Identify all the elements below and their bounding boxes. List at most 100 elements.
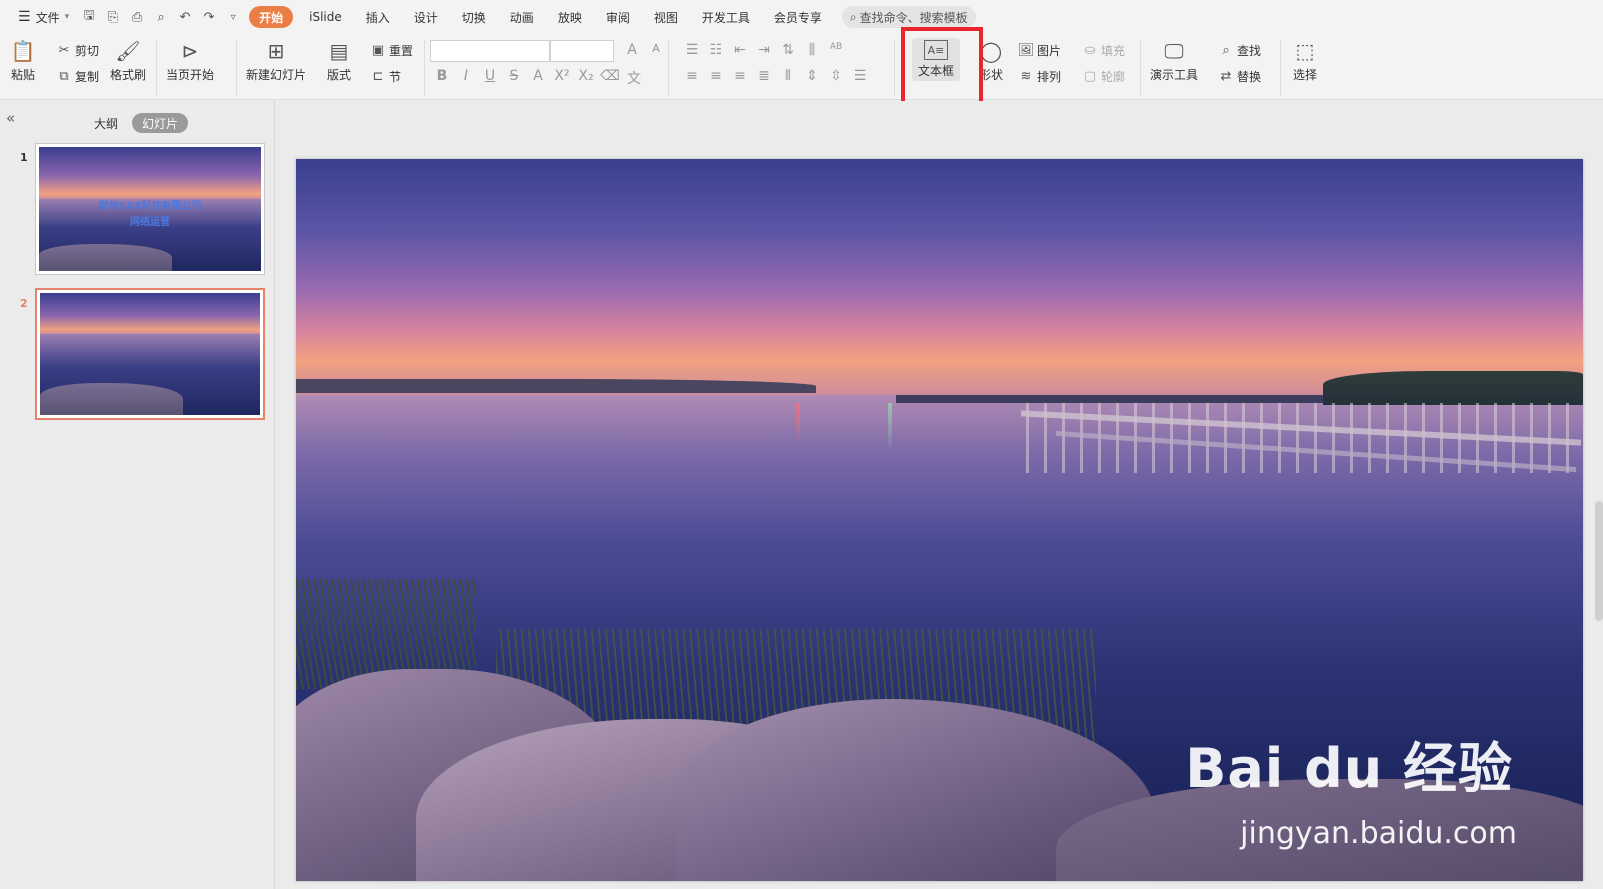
tab-design[interactable]: 设计	[402, 6, 450, 28]
font-color-icon[interactable]: A	[526, 68, 550, 88]
tab-developer[interactable]: 开发工具	[690, 6, 762, 28]
slide-thumbnail-1[interactable]: 郑州XXX科技有限公司 网络运营	[35, 143, 265, 275]
tab-view[interactable]: 视图	[642, 6, 690, 28]
line-spacing-icon[interactable]: ⇕	[800, 68, 824, 84]
undo-icon[interactable]: ↶	[173, 6, 197, 28]
list-spacing-icon[interactable]: ☰	[848, 68, 872, 84]
eraser-icon[interactable]: ⌫	[598, 68, 622, 88]
slide-number: 2	[20, 297, 28, 310]
presentation-tools-button[interactable]: 🖵 演示工具	[1150, 38, 1198, 83]
section-button[interactable]: ⊏ 节	[370, 68, 401, 85]
section-icon: ⊏	[372, 69, 384, 84]
tab-insert[interactable]: 插入	[354, 6, 402, 28]
italic-icon[interactable]: I	[454, 68, 478, 88]
replace-button[interactable]: ⇄ 替换	[1218, 68, 1261, 85]
justify-icon[interactable]: ≣	[752, 68, 776, 84]
find-label: 查找	[1237, 44, 1262, 58]
font-size-buttons: A A	[620, 42, 668, 58]
find-button[interactable]: ⌕ 查找	[1218, 42, 1261, 59]
paste-button[interactable]: 📋 粘贴	[10, 38, 36, 83]
select-button[interactable]: ⬚ 选择	[1292, 38, 1318, 83]
cut-button[interactable]: ✂ 剪切	[56, 42, 99, 59]
thumbnail-image: 郑州XXX科技有限公司 网络运营	[39, 147, 261, 271]
highlight-box	[901, 27, 983, 105]
column-icon[interactable]: ⫼	[800, 42, 824, 58]
play-circle-icon: ⊳	[181, 39, 199, 63]
align-text-icon[interactable]: AB	[824, 42, 848, 58]
vertical-scrollbar[interactable]	[1595, 501, 1603, 621]
select-icon: ⬚	[1295, 39, 1315, 63]
subscript-icon[interactable]: X₂	[574, 68, 598, 88]
format-painter-button[interactable]: 🖌 格式刷	[110, 38, 146, 83]
tab-review[interactable]: 审阅	[594, 6, 642, 28]
align-right-icon[interactable]: ≡	[728, 68, 752, 84]
new-slide-icon: ⊞	[267, 39, 285, 63]
pinyin-icon[interactable]: 文	[622, 68, 646, 88]
save-icon[interactable]: 🖫	[77, 6, 101, 28]
chevron-down-icon: ▾	[64, 12, 70, 22]
reset-button[interactable]: ▣ 重置	[370, 42, 413, 59]
watermark-url: jingyan.baidu.com	[1240, 816, 1517, 851]
paragraph-buttons-top: ☰ ☷ ⇤ ⇥ ⇅ ⫼ AB	[680, 42, 848, 58]
landscape-photo: Bai du 经验 jingyan.baidu.com	[296, 159, 1583, 881]
paragraph-buttons-bottom: ≡ ≡ ≡ ≣ ⫴ ⇕ ⇳ ☰	[680, 68, 872, 84]
paragraph-spacing-icon[interactable]: ⇳	[824, 68, 848, 84]
layout-icon: ▤	[329, 39, 349, 63]
font-size-dropdown[interactable]	[550, 40, 614, 62]
layers-icon: ≋	[1020, 69, 1032, 84]
fill-button[interactable]: ⛀ 填充	[1082, 42, 1125, 59]
strikethrough-icon[interactable]: S	[502, 68, 526, 88]
customize-toolbar-icon[interactable]: ▿	[221, 6, 245, 28]
tab-animations[interactable]: 动画	[498, 6, 546, 28]
align-left-icon[interactable]: ≡	[680, 68, 704, 84]
divider	[156, 40, 157, 96]
bold-icon[interactable]: B	[430, 68, 454, 88]
layout-button[interactable]: ▤ 版式	[326, 38, 352, 83]
copy-button[interactable]: ⧉ 复制	[56, 68, 99, 85]
tab-slides[interactable]: 幻灯片	[132, 113, 188, 133]
light-reflection	[888, 403, 892, 453]
arrange-button[interactable]: ≋ 排列	[1018, 68, 1061, 85]
collapse-panel-icon[interactable]: «	[6, 109, 15, 127]
distribute-icon[interactable]: ⫴	[776, 68, 800, 84]
slide-thumbnail-2[interactable]	[35, 288, 265, 420]
numbering-icon[interactable]: ☷	[704, 42, 728, 58]
picture-button[interactable]: 🖼 图片	[1018, 42, 1061, 59]
font-name-dropdown[interactable]	[430, 40, 550, 62]
decrease-indent-icon[interactable]: ⇤	[728, 42, 752, 58]
presentation-icon: 🖵	[1164, 39, 1184, 63]
bullets-icon[interactable]: ☰	[680, 42, 704, 58]
print-icon[interactable]: ⎙	[125, 6, 149, 28]
underline-icon[interactable]: U	[478, 68, 502, 88]
redo-icon[interactable]: ↷	[197, 6, 221, 28]
slide-editor: Bai du 经验 jingyan.baidu.com	[276, 101, 1603, 889]
command-search[interactable]: ⌕ 查找命令、搜索模板	[841, 6, 976, 28]
tab-home[interactable]: 开始	[249, 6, 294, 28]
scissors-icon: ✂	[58, 43, 70, 58]
divider	[1140, 40, 1141, 96]
play-from-current-button[interactable]: ⊳ 当页开始	[166, 38, 214, 83]
tab-outline[interactable]: 大纲	[88, 113, 124, 133]
tab-member[interactable]: 会员专享	[762, 6, 834, 28]
align-center-icon[interactable]: ≡	[704, 68, 728, 84]
convert-icon[interactable]: ⎘	[101, 6, 125, 28]
arrange-label: 排列	[1037, 70, 1062, 84]
new-slide-button[interactable]: ⊞ 新建幻灯片	[246, 38, 306, 83]
print-preview-icon[interactable]: ⌕	[149, 6, 173, 28]
increase-indent-icon[interactable]: ⇥	[752, 42, 776, 58]
superscript-icon[interactable]: X²	[550, 68, 574, 88]
current-slide[interactable]: Bai du 经验 jingyan.baidu.com	[296, 159, 1583, 881]
slide-panel: « 大纲 幻灯片 1 郑州XXX科技有限公司 网络运营 2	[0, 101, 275, 889]
reset-icon: ▣	[371, 43, 385, 58]
text-direction-icon[interactable]: ⇅	[776, 42, 800, 58]
increase-font-icon[interactable]: A	[620, 42, 644, 58]
slide-number: 1	[20, 151, 28, 164]
tab-transitions[interactable]: 切换	[450, 6, 498, 28]
file-menu[interactable]: ☰ 文件 ▾	[10, 6, 77, 28]
tab-slideshow[interactable]: 放映	[546, 6, 594, 28]
treeline	[1323, 371, 1583, 405]
decrease-font-icon[interactable]: A	[644, 42, 668, 58]
clipboard-icon: 📋	[10, 39, 36, 63]
tab-islide[interactable]: iSlide	[297, 6, 354, 28]
outline-button[interactable]: ▢ 轮廓	[1082, 68, 1125, 85]
